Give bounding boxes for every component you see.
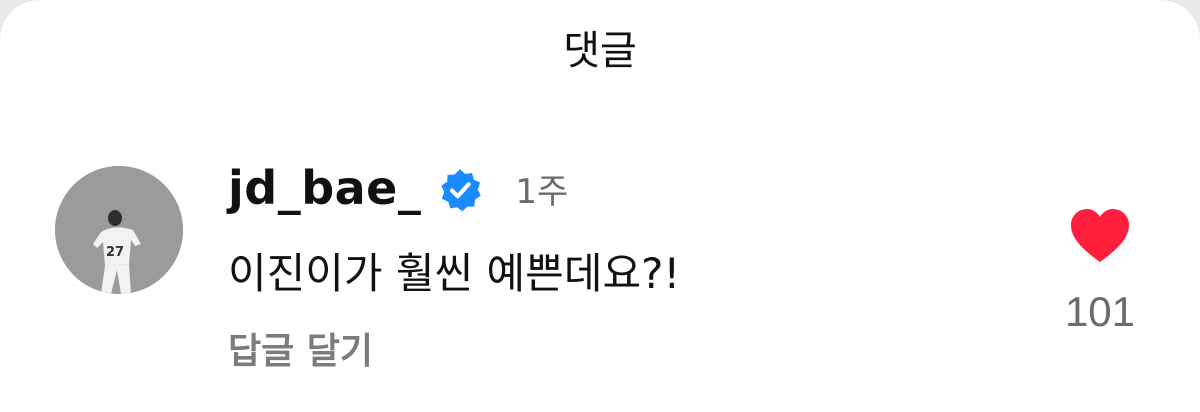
sheet-title: 댓글	[563, 28, 637, 74]
avatar[interactable]: 27	[55, 166, 183, 294]
avatar-photo: 27	[55, 166, 183, 294]
heart-icon[interactable]	[1068, 206, 1132, 266]
verified-badge-icon	[441, 169, 482, 212]
like-count: 101	[1064, 288, 1136, 335]
reply-button[interactable]: 답글 달기	[228, 322, 373, 374]
comment-header: jd_bae_ 1주	[228, 158, 568, 218]
username[interactable]: jd_bae_	[228, 161, 421, 215]
comments-sheet: 댓글 27 jd_bae_ 1주 이진이가 훨씬 예쁜데요?! 답글 달기 10…	[0, 0, 1200, 412]
comment-time: 1주	[515, 171, 569, 212]
avatar-jersey-number: 27	[106, 245, 124, 260]
comment-text: 이진이가 훨씬 예쁜데요?!	[228, 249, 681, 298]
